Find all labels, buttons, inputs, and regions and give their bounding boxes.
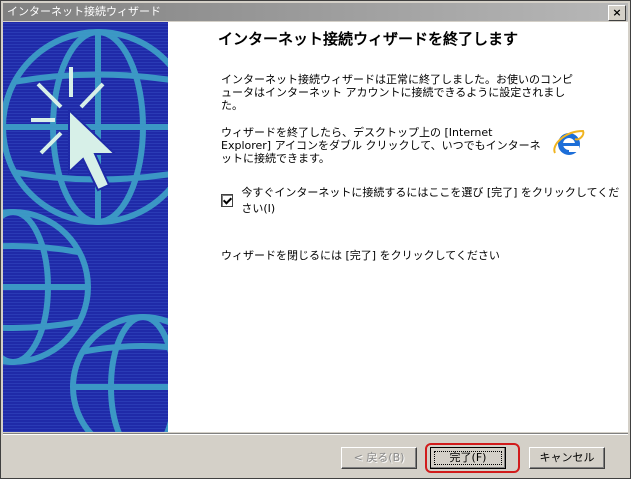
- back-button[interactable]: < 戻る(B): [341, 447, 417, 469]
- globe-cursor-graphic: [3, 22, 168, 432]
- wizard-content: インターネット接続ウィザードを終了します インターネット接続ウィザードは正常に終…: [3, 22, 628, 432]
- close-instruction: ウィザードを閉じるには [完了] をクリックしてください: [221, 249, 500, 262]
- footer-divider: [3, 433, 628, 435]
- finish-button[interactable]: 完了(F): [430, 447, 506, 469]
- page-title: インターネット接続ウィザードを終了します: [218, 30, 519, 48]
- title-bar: インターネット接続ウィザード ×: [3, 3, 628, 21]
- window-title: インターネット接続ウィザード: [7, 5, 161, 18]
- connect-now-option[interactable]: 今すぐインターネットに接続するにはここを選び [完了] をクリックしてください(…: [221, 186, 628, 215]
- ie-instruction: ウィザードを終了したら、デスクトップ上の [Internet Explorer]…: [221, 126, 541, 165]
- wizard-window: インターネット接続ウィザード × インターネット接続ウィザードを終了します イン…: [0, 0, 631, 479]
- internet-explorer-icon: [553, 129, 585, 155]
- connect-now-label[interactable]: 今すぐインターネットに接続するにはここを選び [完了] をクリックしてください(…: [241, 184, 628, 216]
- cancel-button[interactable]: キャンセル: [529, 447, 605, 469]
- connect-now-checkbox[interactable]: [221, 193, 234, 207]
- close-button[interactable]: ×: [608, 5, 626, 21]
- completion-message: インターネット接続ウィザードは正常に終了しました。お使いのコンピュータはインター…: [221, 73, 573, 112]
- sidebar-graphic: [3, 22, 168, 432]
